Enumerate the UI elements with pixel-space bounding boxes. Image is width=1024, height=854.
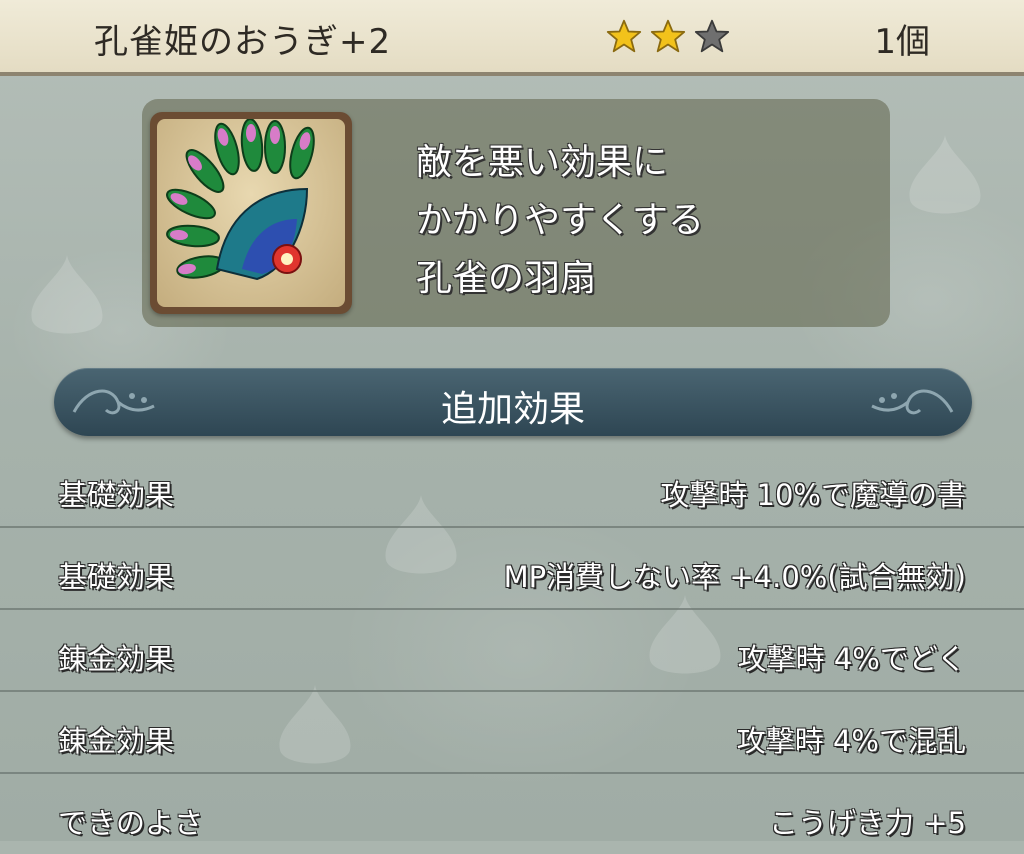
effects-section-header: 追加効果 bbox=[54, 368, 972, 436]
slime-silhouette-icon bbox=[31, 255, 103, 334]
description-line: かかりやすくする bbox=[416, 200, 705, 241]
item-name: 孔雀姫のおうぎ+2 bbox=[94, 22, 392, 62]
description-line: 敵を悪い効果に bbox=[416, 142, 669, 183]
effect-label: 基礎効果 bbox=[58, 478, 175, 512]
star-filled-icon bbox=[606, 19, 642, 53]
effect-value: MP消費しない率 +4.0%(試合無効) bbox=[503, 560, 966, 594]
star-empty-icon bbox=[694, 19, 730, 53]
effect-value: 攻撃時 10%で魔導の書 bbox=[660, 478, 966, 512]
effect-row: 錬金効果 攻撃時 4%で混乱 bbox=[0, 692, 1024, 774]
effect-label: できのよさ bbox=[58, 806, 204, 840]
effect-label: 錬金効果 bbox=[58, 724, 175, 758]
star-filled-icon bbox=[650, 19, 686, 53]
item-icon-frame[interactable] bbox=[150, 112, 352, 314]
slime-silhouette-icon bbox=[909, 135, 981, 214]
effect-value: 攻撃時 4%でどく bbox=[737, 642, 966, 676]
item-count: 1個 bbox=[874, 22, 930, 62]
effect-value: 攻撃時 4%で混乱 bbox=[736, 724, 966, 758]
effect-row: 錬金効果 攻撃時 4%でどく bbox=[0, 610, 1024, 692]
item-description: 敵を悪い効果に かかりやすくする 孔雀の羽扇 bbox=[416, 134, 856, 308]
effect-row: 基礎効果 攻撃時 10%で魔導の書 bbox=[0, 446, 1024, 528]
description-line: 孔雀の羽扇 bbox=[416, 258, 597, 299]
effect-label: 錬金効果 bbox=[58, 642, 175, 676]
effect-value: こうげき力 +5 bbox=[769, 806, 966, 840]
item-header: 孔雀姫のおうぎ+2 1個 bbox=[0, 0, 1024, 76]
peacock-fan-icon bbox=[166, 118, 315, 281]
flourish-right-icon bbox=[871, 389, 954, 415]
item-icon-background bbox=[157, 118, 345, 307]
rarity-stars bbox=[606, 18, 730, 54]
effect-row: できのよさ こうげき力 +5 bbox=[0, 774, 1024, 854]
effects-list: 基礎効果 攻撃時 10%で魔導の書 基礎効果 MP消費しない率 +4.0%(試合… bbox=[0, 446, 1024, 854]
effects-section-title: 追加効果 bbox=[440, 389, 585, 430]
effect-label: 基礎効果 bbox=[58, 560, 175, 594]
effect-row: 基礎効果 MP消費しない率 +4.0%(試合無効) bbox=[0, 528, 1024, 610]
